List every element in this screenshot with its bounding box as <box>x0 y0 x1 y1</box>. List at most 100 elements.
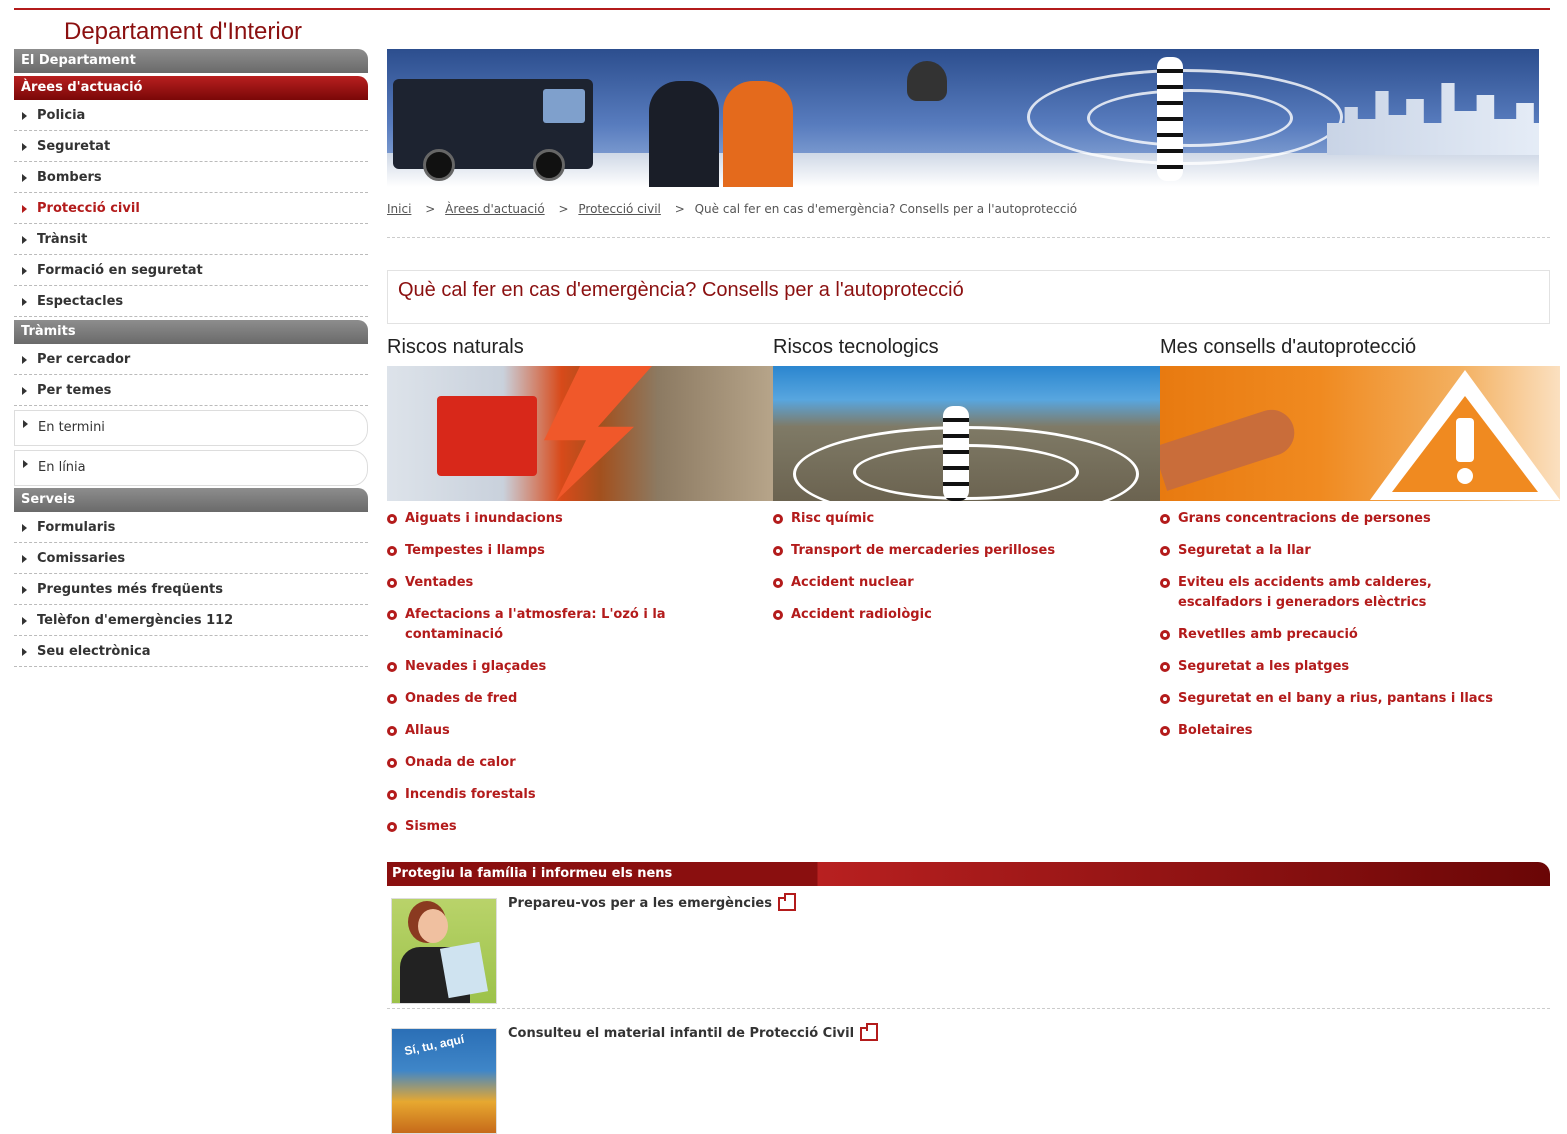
site-title[interactable]: Departament d'Interior <box>64 18 302 46</box>
link-platges[interactable]: Seguretat a les platges <box>1160 657 1560 677</box>
sidebar-item-proteccio-civil[interactable]: Protecció civil <box>14 193 368 224</box>
link-material-infantil[interactable]: Consulteu el material infantil de Protec… <box>508 1022 879 1041</box>
arrow-right-icon <box>22 297 27 306</box>
woman-reading-illustration[interactable] <box>391 898 497 1004</box>
link-boletaires[interactable]: Boletaires <box>1160 721 1560 741</box>
sidebar-item-espectacles[interactable]: Espectacles <box>14 286 368 317</box>
bullet-icon <box>1160 514 1170 524</box>
bullet-icon <box>773 514 783 524</box>
link-ventades[interactable]: Ventades <box>387 573 774 593</box>
link-incendis[interactable]: Incendis forestals <box>387 785 774 805</box>
link-aiguats[interactable]: Aiguats i inundacions <box>387 509 774 529</box>
sidebar-item-seu-electronica[interactable]: Seu electrònica <box>14 636 368 667</box>
hand-icon <box>1160 403 1301 491</box>
link-radiologic[interactable]: Accident radiològic <box>773 605 1160 625</box>
divider <box>387 237 1550 238</box>
sidebar-section-arees[interactable]: Àrees d'actuació <box>14 76 368 100</box>
bullet-icon <box>387 546 397 556</box>
bullet-icon <box>387 726 397 736</box>
breadcrumb-current: Què cal fer en cas d'emergència? Consell… <box>694 202 1078 216</box>
sidebar-section-serveis[interactable]: Serveis <box>14 488 368 512</box>
bullet-icon <box>1160 546 1170 556</box>
page-title: Què cal fer en cas d'emergència? Consell… <box>398 279 964 301</box>
bullet-icon <box>773 546 783 556</box>
arrow-right-icon <box>22 142 27 151</box>
sidebar-item-preguntes[interactable]: Preguntes més freqüents <box>14 574 368 605</box>
breadcrumb-arees[interactable]: Àrees d'actuació <box>445 202 545 216</box>
arrow-right-icon <box>22 585 27 594</box>
link-concentracions[interactable]: Grans concentracions de persones <box>1160 509 1560 529</box>
link-risc-quimic[interactable]: Risc químic <box>773 509 1160 529</box>
link-nevades[interactable]: Nevades i glaçades <box>387 657 774 677</box>
sidebar-item-bombers[interactable]: Bombers <box>14 162 368 193</box>
link-revetlles[interactable]: Revetlles amb precaució <box>1160 625 1560 645</box>
sidebar-item-transit[interactable]: Trànsit <box>14 224 368 255</box>
bullet-icon <box>387 662 397 672</box>
breadcrumb: Inici > Àrees d'actuació > Protecció civ… <box>387 202 1078 216</box>
bullet-icon <box>1160 726 1170 736</box>
sidebar-item-policia[interactable]: Policia <box>14 100 368 131</box>
siren-icon <box>1157 57 1183 181</box>
sidebar-item-en-linia[interactable]: En línia <box>14 450 368 486</box>
link-sismes[interactable]: Sismes <box>387 817 774 837</box>
link-prepareu-vos[interactable]: Prepareu-vos per a les emergències <box>508 892 796 911</box>
natural-risks-image[interactable] <box>387 366 774 501</box>
children-material-illustration[interactable]: Sí, tu, aquí <box>391 1028 497 1134</box>
breadcrumb-inici[interactable]: Inici <box>387 202 411 216</box>
technological-risks-image[interactable] <box>773 366 1160 501</box>
link-atmosfera[interactable]: Afectacions a l'atmosfera: L'ozó i la co… <box>387 605 774 645</box>
header-banner-image <box>387 49 1539 187</box>
bullet-icon <box>387 610 397 620</box>
link-seguretat-llar[interactable]: Seguretat a la llar <box>1160 541 1560 561</box>
top-rule <box>14 8 1550 10</box>
arrow-right-icon <box>23 459 28 468</box>
column-riscos-tecnologics: Riscos tecnologics Risc químic Transport… <box>773 336 1160 637</box>
rescuer-icon <box>649 81 719 187</box>
link-onada-calor[interactable]: Onada de calor <box>387 753 774 773</box>
sidebar-section-el-departament[interactable]: El Departament <box>14 49 368 73</box>
column-heading: Riscos tecnologics <box>773 336 939 358</box>
column-consells: Mes consells d'autoprotecció Grans conce… <box>1160 336 1560 753</box>
arrow-right-icon <box>22 173 27 182</box>
arrow-right-icon <box>22 235 27 244</box>
warning-sign-image[interactable] <box>1160 366 1560 501</box>
bullet-icon <box>773 578 783 588</box>
family-item: Prepareu-vos per a les emergències <box>387 892 1550 1006</box>
bullet-icon <box>387 578 397 588</box>
sidebar-item-en-termini[interactable]: En termini <box>14 410 368 446</box>
emergency-truck-icon <box>393 79 593 181</box>
arrow-right-icon <box>22 386 27 395</box>
bullet-icon <box>1160 578 1170 588</box>
arrow-right-icon <box>23 419 28 428</box>
link-transport[interactable]: Transport de mercaderies perilloses <box>773 541 1160 561</box>
bullet-icon <box>387 758 397 768</box>
sidebar-item-comissaries[interactable]: Comissaries <box>14 543 368 574</box>
arrow-right-icon <box>22 523 27 532</box>
sidebar-item-formularis[interactable]: Formularis <box>14 512 368 543</box>
link-tempestes[interactable]: Tempestes i llamps <box>387 541 774 561</box>
column-riscos-naturals: Riscos naturals Aiguats i inundacions Te… <box>387 336 774 849</box>
link-onades-fred[interactable]: Onades de fred <box>387 689 774 709</box>
new-window-icon <box>860 1022 879 1041</box>
sidebar-item-per-temes[interactable]: Per temes <box>14 375 368 406</box>
arrow-right-icon <box>22 647 27 656</box>
page-title-box: Què cal fer en cas d'emergència? Consell… <box>387 270 1550 324</box>
link-bany-rius[interactable]: Seguretat en el bany a rius, pantans i l… <box>1160 689 1560 709</box>
bullet-icon <box>387 514 397 524</box>
sidebar-item-seguretat[interactable]: Seguretat <box>14 131 368 162</box>
skyline-icon <box>1327 83 1539 155</box>
siren-icon <box>943 406 969 501</box>
bullet-icon <box>773 610 783 620</box>
bullet-icon <box>387 694 397 704</box>
sidebar-item-telefon-112[interactable]: Telèfon d'emergències 112 <box>14 605 368 636</box>
sidebar-item-per-cercador[interactable]: Per cercador <box>14 344 368 375</box>
link-nuclear[interactable]: Accident nuclear <box>773 573 1160 593</box>
bullet-icon <box>1160 694 1170 704</box>
divider <box>387 1008 1550 1009</box>
link-calderes[interactable]: Eviteu els accidents amb calderes, escal… <box>1160 573 1560 613</box>
sidebar-item-formacio[interactable]: Formació en seguretat <box>14 255 368 286</box>
sidebar: El Departament Àrees d'actuació Policia … <box>14 49 368 667</box>
sidebar-section-tramits[interactable]: Tràmits <box>14 320 368 344</box>
link-allaus[interactable]: Allaus <box>387 721 774 741</box>
breadcrumb-proteccio-civil[interactable]: Protecció civil <box>578 202 661 216</box>
